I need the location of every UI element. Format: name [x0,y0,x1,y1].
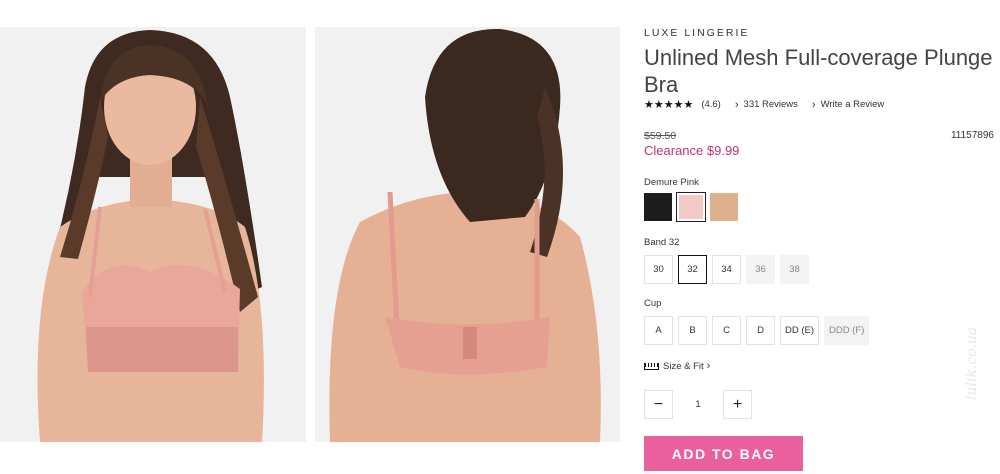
band-size-option[interactable]: 36 [746,255,775,284]
original-price: $59.50 [644,130,677,142]
band-size-option[interactable]: 38 [780,255,809,284]
size-fit-link[interactable]: Size & Fit › [644,360,710,372]
chevron-right-icon: › [811,98,816,111]
color-label: Demure Pink [644,177,699,188]
product-sku: 11157896 [950,130,994,141]
chevron-right-icon: › [734,98,739,111]
cup-size-options: A B C D DD (E) DDD (F) [644,316,874,345]
size-fit-label: Size & Fit [663,360,704,372]
band-size-option[interactable]: 34 [712,255,741,284]
band-size-option[interactable]: 30 [644,255,673,284]
chevron-right-icon: › [706,360,711,372]
product-title: Unlined Mesh Full-coverage Plunge Bra [644,45,993,97]
cup-size-option[interactable]: A [644,316,673,345]
product-image-front[interactable] [0,27,306,442]
front-view-illustration [0,27,306,442]
cup-size-option[interactable]: DDD (F) [824,316,870,345]
write-review-link[interactable]: Write a Review [821,99,885,110]
color-swatch-black[interactable] [644,193,672,221]
star-rating-icon: ★★★★★ [644,99,694,111]
cup-size-option[interactable]: D [746,316,775,345]
decrease-quantity-button[interactable]: − [644,390,673,419]
rating-row: ★★★★★ (4.6) › 331 Reviews › Write a Revi… [644,98,885,112]
sale-price: Clearance $9.99 [644,143,740,158]
quantity-value[interactable]: 1 [673,399,723,410]
product-info-panel: LUXE LINGERIE Unlined Mesh Full-coverage… [644,0,1000,474]
back-view-illustration [315,27,620,442]
cup-size-option[interactable]: DD (E) [780,316,820,345]
increase-quantity-button[interactable]: + [723,390,752,419]
band-size-option[interactable]: 32 [678,255,707,284]
band-label: Band 32 [644,237,680,248]
color-swatch-nude[interactable] [710,193,738,221]
cup-label: Cup [644,298,662,309]
brand-label: LUXE LINGERIE [644,27,750,39]
ruler-icon [644,362,659,370]
band-size-options: 30 32 34 36 38 [644,255,814,284]
color-swatch-demure-pink[interactable] [676,192,706,222]
product-image-back[interactable] [315,27,620,442]
reviews-link[interactable]: 331 Reviews [744,99,798,110]
color-swatches [644,192,743,222]
cup-size-option[interactable]: B [678,316,707,345]
quantity-stepper: − 1 + [644,390,752,419]
cup-size-option[interactable]: C [712,316,741,345]
rating-score: (4.6) [701,99,721,110]
add-to-bag-button[interactable]: ADD TO BAG [644,436,803,471]
watermark: lulik.co.ua [964,326,980,400]
